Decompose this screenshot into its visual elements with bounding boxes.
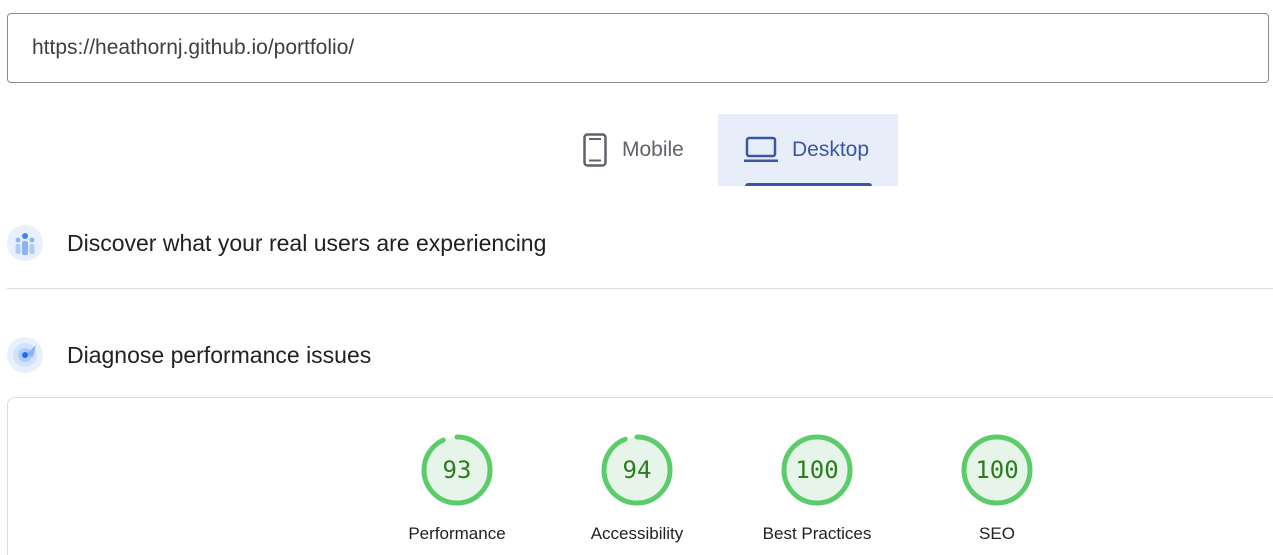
gauge-label: SEO xyxy=(979,524,1015,543)
gauge-label: Best Practices xyxy=(762,524,872,543)
gauge-ring: 94 xyxy=(599,432,675,508)
url-input[interactable]: https://heathornj.github.io/portfolio/ xyxy=(7,13,1269,83)
crux-section-title: Discover what your real users are experi… xyxy=(67,229,547,256)
device-tabs: Mobile Desktop xyxy=(560,114,898,186)
gauge-score: 100 xyxy=(795,456,839,484)
gauge-score: 100 xyxy=(975,456,1019,484)
gauge-ring: 100 xyxy=(779,432,855,508)
gauge-accessibility[interactable]: 94 Accessibility xyxy=(578,432,696,544)
tab-desktop-label: Desktop xyxy=(792,138,870,161)
crux-section-header: Discover what your real users are experi… xyxy=(7,225,546,261)
gauge-score: 94 xyxy=(622,456,652,484)
gauge-ring: 100 xyxy=(959,432,1035,508)
tab-selected-indicator xyxy=(745,183,872,186)
pagespeed-page: https://heathornj.github.io/portfolio/ M… xyxy=(0,0,1273,555)
diagnose-section-header: Diagnose performance issues xyxy=(7,337,371,373)
url-input-value: https://heathornj.github.io/portfolio/ xyxy=(32,36,355,59)
smartphone-icon xyxy=(582,133,608,167)
tab-mobile-label: Mobile xyxy=(622,138,684,161)
real-users-icon xyxy=(7,225,43,261)
lighthouse-icon xyxy=(7,337,43,373)
gauge-ring: 93 xyxy=(419,432,495,508)
tab-mobile[interactable]: Mobile xyxy=(560,114,718,186)
section-divider xyxy=(7,288,1273,289)
gauge-score: 93 xyxy=(442,456,472,484)
gauge-seo[interactable]: 100 SEO xyxy=(938,432,1056,544)
gauge-label: Accessibility xyxy=(590,524,684,543)
tab-desktop[interactable]: Desktop xyxy=(718,114,898,186)
diagnose-section-title: Diagnose performance issues xyxy=(67,341,372,368)
gauge-performance[interactable]: 93 Performance xyxy=(398,432,516,544)
laptop-icon xyxy=(744,136,778,164)
gauge-best-practices[interactable]: 100 Best Practices xyxy=(758,432,876,544)
score-gauges: 93 Performance 94 Accessibility 100 Best… xyxy=(398,432,1056,544)
gauge-label: Performance xyxy=(408,524,506,543)
